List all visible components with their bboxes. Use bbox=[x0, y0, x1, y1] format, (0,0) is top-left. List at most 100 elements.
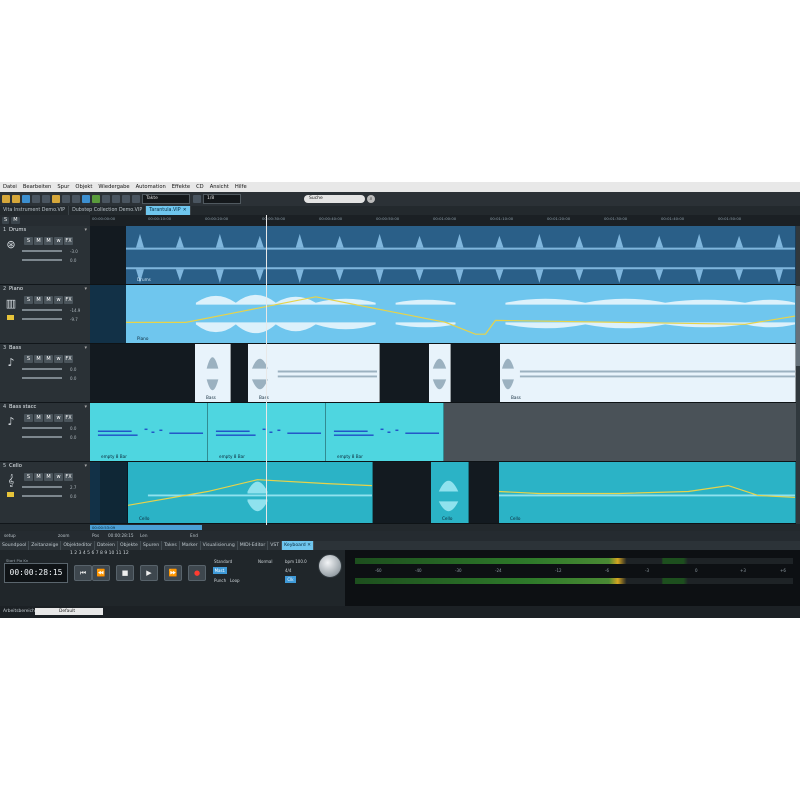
menu-playback[interactable]: Wiedergabe bbox=[98, 184, 129, 190]
record-arm-button[interactable]: w bbox=[54, 414, 63, 422]
tab-keyboard[interactable]: Keyboard ✕ bbox=[282, 541, 315, 550]
clip-piano[interactable]: Piano bbox=[126, 285, 796, 343]
tab-objects[interactable]: Objekte bbox=[118, 541, 141, 550]
pan-slider[interactable] bbox=[22, 259, 62, 261]
mute-button[interactable]: M bbox=[34, 237, 43, 245]
record-arm-button[interactable]: w bbox=[54, 237, 63, 245]
monitor-button[interactable]: M bbox=[44, 355, 53, 363]
cut-icon[interactable] bbox=[32, 195, 40, 203]
automation-icon[interactable] bbox=[7, 492, 14, 497]
monitor-button[interactable]: M bbox=[44, 296, 53, 304]
tab-tracks[interactable]: Spuren bbox=[141, 541, 163, 550]
menu-view[interactable]: Ansicht bbox=[210, 184, 229, 190]
clip-cello[interactable]: Cello bbox=[499, 462, 796, 523]
volume-slider[interactable] bbox=[22, 250, 62, 252]
time-signature[interactable]: 4/4 bbox=[285, 568, 291, 573]
fx-button[interactable]: FX bbox=[64, 237, 73, 245]
tab-marker[interactable]: Marker bbox=[180, 541, 201, 550]
bpm-display[interactable]: bpm 100.0 bbox=[285, 559, 307, 564]
playhead[interactable] bbox=[266, 215, 267, 525]
volume-slider[interactable] bbox=[22, 368, 62, 370]
monitor-button[interactable]: M bbox=[44, 414, 53, 422]
paste-icon[interactable] bbox=[52, 195, 60, 203]
track-name[interactable]: Bass stacc bbox=[9, 404, 84, 410]
open-folder-icon[interactable] bbox=[12, 195, 20, 203]
track-name[interactable]: Piano bbox=[9, 286, 84, 292]
fast-forward-button[interactable]: ⏩ bbox=[164, 565, 182, 581]
zoom-tool-icon[interactable] bbox=[102, 195, 110, 203]
chevron-down-icon[interactable]: ▾ bbox=[84, 227, 87, 233]
horizontal-scrollbar[interactable]: 00:00:53:09 bbox=[0, 524, 800, 531]
fx-button[interactable]: FX bbox=[64, 296, 73, 304]
stop-button[interactable]: ■ bbox=[116, 565, 134, 581]
scrollbar-thumb[interactable] bbox=[796, 286, 800, 366]
magnifier-icon[interactable]: ⌕ bbox=[367, 195, 375, 203]
grid-select[interactable]: 1/8 bbox=[203, 194, 241, 204]
mute-button[interactable]: M bbox=[34, 355, 43, 363]
tab-takes[interactable]: Takes bbox=[162, 541, 180, 550]
fx-button[interactable]: FX bbox=[64, 355, 73, 363]
setup-button[interactable]: setup bbox=[4, 533, 16, 538]
click-button[interactable]: Clk bbox=[285, 576, 296, 583]
tab-visualization[interactable]: Visualisierung bbox=[201, 541, 238, 550]
rewind-button[interactable]: ⏪ bbox=[92, 565, 110, 581]
volume-slider[interactable] bbox=[22, 486, 62, 488]
clip-bass-stacc[interactable]: empty 8 Bar bbox=[208, 403, 326, 461]
marker-numbers[interactable]: 1 2 3 4 5 6 7 8 9 10 11 12 bbox=[70, 551, 129, 556]
clip-bass[interactable]: Bass bbox=[248, 344, 380, 402]
pan-slider[interactable] bbox=[22, 318, 62, 320]
solo-button[interactable]: S bbox=[24, 237, 33, 245]
menu-track[interactable]: Spur bbox=[57, 184, 69, 190]
master-button[interactable]: Mast. bbox=[213, 567, 227, 574]
search-input[interactable]: Suche bbox=[304, 195, 365, 203]
clip-bass[interactable]: Bass bbox=[500, 344, 796, 402]
chevron-down-icon[interactable]: ▾ bbox=[84, 286, 87, 292]
workspace-select[interactable]: Default bbox=[35, 608, 103, 615]
pan-slider[interactable] bbox=[22, 436, 62, 438]
pan-slider[interactable] bbox=[22, 495, 62, 497]
save-icon[interactable] bbox=[22, 195, 30, 203]
punch-button[interactable]: Punch bbox=[214, 578, 226, 583]
solo-button[interactable]: S bbox=[24, 296, 33, 304]
track-header-drums[interactable]: 1 Drums ▾ ⊛ S M Mw FX -3.0 0.0 bbox=[0, 226, 90, 285]
record-button[interactable]: ● bbox=[188, 565, 206, 581]
track-name[interactable]: Cello bbox=[9, 463, 84, 469]
standard-mode[interactable]: Standard bbox=[214, 559, 232, 564]
doc-tab-dubstep[interactable]: Dubstep Collection Demo.VIP bbox=[69, 206, 147, 215]
track-header-cello[interactable]: 5 Cello ▾ 𝄞 S M Mw FX 2.7 0.0 bbox=[0, 462, 90, 524]
track-header-piano[interactable]: 2 Piano ▾ ▥ S M Mw FX -14.9 -9.7 bbox=[0, 285, 90, 344]
loop-button[interactable]: Loop bbox=[230, 578, 240, 583]
grid-icon[interactable] bbox=[193, 195, 201, 203]
zoom-button[interactable]: zoom bbox=[58, 533, 69, 538]
menu-file[interactable]: Datei bbox=[3, 184, 17, 190]
tab-midi-editor[interactable]: MIDI-Editor bbox=[238, 541, 269, 550]
menu-cd[interactable]: CD bbox=[196, 184, 204, 190]
range-tool-icon[interactable] bbox=[82, 195, 90, 203]
pan-slider[interactable] bbox=[22, 377, 62, 379]
normal-mode[interactable]: Normal bbox=[258, 559, 272, 564]
copy-icon[interactable] bbox=[42, 195, 50, 203]
menu-help[interactable]: Hilfe bbox=[235, 184, 247, 190]
snap-select[interactable]: Takte bbox=[142, 194, 190, 204]
chevron-down-icon[interactable]: ▾ bbox=[84, 345, 87, 351]
monitor-button[interactable]: M bbox=[44, 473, 53, 481]
global-mute-button[interactable]: M bbox=[11, 217, 20, 224]
clip-cello[interactable]: Cello bbox=[431, 462, 469, 523]
solo-button[interactable]: S bbox=[24, 355, 33, 363]
fx-button[interactable]: FX bbox=[64, 473, 73, 481]
redo-icon[interactable] bbox=[122, 195, 130, 203]
menu-object[interactable]: Objekt bbox=[75, 184, 92, 190]
record-arm-button[interactable]: w bbox=[54, 473, 63, 481]
clip-cello[interactable]: Cello bbox=[128, 462, 373, 523]
mouse-mode-icon[interactable] bbox=[72, 195, 80, 203]
track-name[interactable]: Drums bbox=[9, 227, 84, 233]
track-header-bass-stacc[interactable]: 4 Bass stacc ▾ ♪ S M Mw FX 0.0 0.0 bbox=[0, 403, 90, 462]
track-header-bass[interactable]: 3 Bass ▾ ♪ S M Mw FX 0.0 0.0 bbox=[0, 344, 90, 403]
record-arm-button[interactable]: w bbox=[54, 355, 63, 363]
timecode-display[interactable]: 00:00:28:15 bbox=[4, 563, 68, 583]
clip-bass-short[interactable] bbox=[429, 344, 451, 402]
clip-bass-stacc[interactable]: empty 8 Bar bbox=[90, 403, 208, 461]
close-icon[interactable]: ✕ bbox=[183, 208, 187, 213]
volume-slider[interactable] bbox=[22, 309, 62, 311]
monitor-button[interactable]: M bbox=[44, 237, 53, 245]
